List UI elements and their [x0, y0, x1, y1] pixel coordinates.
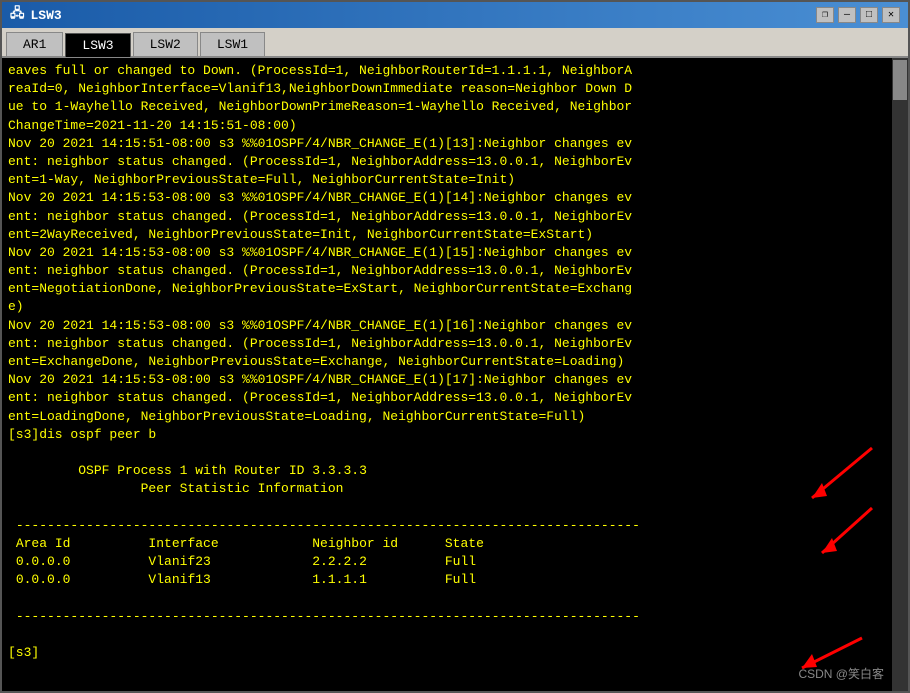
- maximize-button[interactable]: □: [860, 7, 878, 23]
- scrollbar-thumb[interactable]: [893, 60, 907, 100]
- scrollbar[interactable]: [892, 58, 908, 691]
- tabs-bar: AR1 LSW3 LSW2 LSW1: [2, 28, 908, 58]
- close-button[interactable]: ✕: [882, 7, 900, 23]
- window-title: LSW3: [31, 8, 62, 23]
- tab-lsw2[interactable]: LSW2: [133, 32, 198, 56]
- terminal-content: eaves full or changed to Down. (ProcessI…: [8, 62, 902, 662]
- restore-button[interactable]: ❐: [816, 7, 834, 23]
- main-window: 🖧 LSW3 ❐ — □ ✕ AR1 LSW3 LSW2 LSW1 eaves …: [0, 0, 910, 693]
- terminal-area[interactable]: eaves full or changed to Down. (ProcessI…: [2, 58, 908, 691]
- title-bar: 🖧 LSW3 ❐ — □ ✕: [2, 2, 908, 28]
- tab-lsw1[interactable]: LSW1: [200, 32, 265, 56]
- watermark: CSDN @笑白客: [798, 666, 884, 683]
- tab-lsw3[interactable]: LSW3: [65, 33, 130, 57]
- minimize-button[interactable]: —: [838, 7, 856, 23]
- title-bar-left: 🖧 LSW3: [10, 4, 62, 26]
- tab-ar1[interactable]: AR1: [6, 32, 63, 56]
- title-bar-controls: ❐ — □ ✕: [816, 7, 900, 23]
- window-icon: 🖧: [10, 4, 25, 26]
